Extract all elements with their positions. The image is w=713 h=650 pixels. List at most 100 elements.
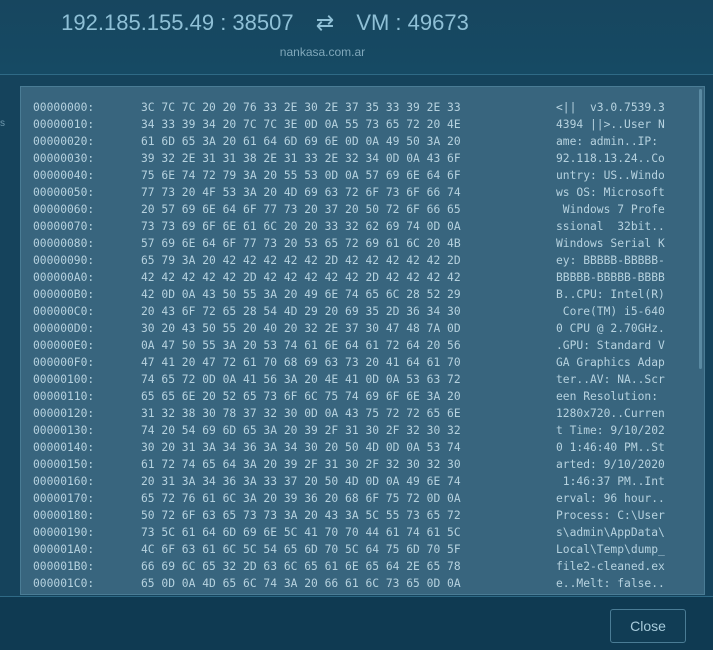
ascii-text: ssional 32bit.. [556,220,665,233]
ascii-text: Process: C:\User [556,509,665,522]
ascii-text: Windows 7 Profe [556,203,665,216]
partial-left-text: s [0,118,5,129]
hex-offset: 000000B0: [33,288,95,301]
ascii-text: s\admin\AppData\ [556,526,665,539]
hex-offset: 00000110: [33,390,95,403]
hex-row: 000000E0: 0A 47 50 55 3A 20 53 74 61 6E 6… [21,337,701,354]
hex-bytes: 34 33 39 34 20 7C 7C 3E 0D 0A 55 73 65 7… [141,118,461,131]
hex-bytes: 74 20 54 69 6D 65 3A 20 39 2F 31 30 2F 3… [141,424,461,437]
hex-offset: 00000120: [33,407,95,420]
hex-row: 00000160: 20 31 3A 34 36 3A 33 37 20 50 4… [21,473,701,490]
connection-info: 192.185.155.49 : 38507 ⇄ VM : 49673 [0,10,530,36]
ascii-text: ame: admin..IP: [556,135,665,148]
ascii-text: 1280x720..Curren [556,407,665,420]
hex-bytes: 74 65 72 0D 0A 41 56 3A 20 4E 41 0D 0A 5… [141,373,461,386]
hex-bytes: 31 32 38 30 78 37 32 30 0D 0A 43 75 72 7… [141,407,461,420]
hex-bytes: 57 69 6E 64 6F 77 73 20 53 65 72 69 61 6… [141,237,461,250]
hex-row: 00000150: 61 72 74 65 64 3A 20 39 2F 31 3… [21,456,701,473]
hex-row: 00000090: 65 79 3A 20 42 42 42 42 42 2D 4… [21,252,701,269]
ascii-text: 4394 ||>..User N [556,118,665,131]
hex-offset: 00000040: [33,169,95,182]
ascii-text: 92.118.13.24..Co [556,152,665,165]
hex-bytes: 20 57 69 6E 64 6F 77 73 20 37 20 50 72 6… [141,203,461,216]
ascii-text: Windows Serial K [556,237,665,250]
hex-row: 00000080: 57 69 6E 64 6F 77 73 20 53 65 7… [21,235,701,252]
hex-offset: 00000170: [33,492,95,505]
hex-offset: 00000160: [33,475,95,488]
hex-row: 00000100: 74 65 72 0D 0A 41 56 3A 20 4E 4… [21,371,701,388]
hex-row: 00000030: 39 32 2E 31 31 38 2E 31 33 2E 3… [21,150,701,167]
ascii-text: Core(TM) i5-640 [556,305,665,318]
hex-bytes: 20 43 6F 72 65 28 54 4D 29 20 69 35 2D 3… [141,305,461,318]
hex-offset: 00000060: [33,203,95,216]
hex-row: 00000020: 61 6D 65 3A 20 61 64 6D 69 6E 0… [21,133,701,150]
hex-row: 00000050: 77 73 20 4F 53 3A 20 4D 69 63 7… [21,184,701,201]
hex-row: 00000130: 74 20 54 69 6D 65 3A 20 39 2F 3… [21,422,701,439]
ascii-text: ws OS: Microsoft [556,186,665,199]
hex-offset: 000001A0: [33,543,95,556]
ascii-text: B..CPU: Intel(R) [556,288,665,301]
hex-row: 000000D0: 30 20 43 50 55 20 40 20 32 2E 3… [21,320,701,337]
ascii-text: 1:46:37 PM..Int [556,475,665,488]
close-button[interactable]: Close [610,609,686,643]
hex-row: 000001C0: 65 0D 0A 4D 65 6C 74 3A 20 66 6… [21,575,701,592]
hex-offset: 00000140: [33,441,95,454]
hex-bytes: 20 31 3A 34 36 3A 33 37 20 50 4D 0D 0A 4… [141,475,461,488]
ip-port: 192.185.155.49 : 38507 [61,10,294,35]
hex-offset: 00000130: [33,424,95,437]
hex-bytes: 3C 7C 7C 20 20 76 33 2E 30 2E 37 35 33 3… [141,101,461,114]
ascii-text: file2-cleaned.ex [556,560,665,573]
ascii-text: erval: 96 hour.. [556,492,665,505]
ascii-text: e..Melt: false.. [556,577,665,590]
hex-offset: 00000000: [33,101,95,114]
header-bar: 192.185.155.49 : 38507 ⇄ VM : 49673 nank… [0,0,713,75]
hex-row: 000000B0: 42 0D 0A 43 50 55 3A 20 49 6E 7… [21,286,701,303]
hex-dump-panel[interactable]: 00000000: 3C 7C 7C 20 20 76 33 2E 30 2E 3… [20,86,705,595]
hex-bytes: 77 73 20 4F 53 3A 20 4D 69 63 72 6F 73 6… [141,186,461,199]
hex-bytes: 66 69 6C 65 32 2D 63 6C 65 61 6E 65 64 2… [141,560,461,573]
hex-offset: 00000020: [33,135,95,148]
hex-row: 00000110: 65 65 6E 20 52 65 73 6F 6C 75 7… [21,388,701,405]
ascii-text: ter..AV: NA..Scr [556,373,665,386]
hex-row: 00000180: 50 72 6F 63 65 73 73 3A 20 43 3… [21,507,701,524]
hex-bytes: 65 65 6E 20 52 65 73 6F 6C 75 74 69 6F 6… [141,390,461,403]
hex-bytes: 30 20 43 50 55 20 40 20 32 2E 37 30 47 4… [141,322,461,335]
ascii-text: 0 1:46:40 PM..St [556,441,665,454]
hex-row: 000000A0: 42 42 42 42 42 2D 42 42 42 42 4… [21,269,701,286]
hex-row: 00000070: 73 73 69 6F 6E 61 6C 20 20 33 3… [21,218,701,235]
hex-bytes: 65 79 3A 20 42 42 42 42 42 2D 42 42 42 4… [141,254,461,267]
hex-bytes: 0A 47 50 55 3A 20 53 74 61 6E 64 61 72 6… [141,339,461,352]
hex-row: 00000170: 65 72 76 61 6C 3A 20 39 36 20 6… [21,490,701,507]
hex-offset: 00000070: [33,220,95,233]
hex-bytes: 65 72 76 61 6C 3A 20 39 36 20 68 6F 75 7… [141,492,461,505]
hex-offset: 000000A0: [33,271,95,284]
hex-bytes: 30 20 31 3A 34 36 3A 34 30 20 50 4D 0D 0… [141,441,461,454]
ascii-text: Local\Temp\dump_ [556,543,665,556]
hex-bytes: 73 5C 61 64 6D 69 6E 5C 41 70 70 44 61 7… [141,526,461,539]
hex-offset: 00000050: [33,186,95,199]
hex-row: 00000040: 75 6E 74 72 79 3A 20 55 53 0D 0… [21,167,701,184]
hex-row: 000001B0: 66 69 6C 65 32 2D 63 6C 65 61 6… [21,558,701,575]
hex-bytes: 39 32 2E 31 31 38 2E 31 33 2E 32 34 0D 0… [141,152,461,165]
ascii-text: 0 CPU @ 2.70GHz. [556,322,665,335]
hex-offset: 00000080: [33,237,95,250]
hex-row: 000001A0: 4C 6F 63 61 6C 5C 54 65 6D 70 5… [21,541,701,558]
hex-bytes: 42 0D 0A 43 50 55 3A 20 49 6E 74 65 6C 2… [141,288,461,301]
hex-bytes: 73 73 69 6F 6E 61 6C 20 20 33 32 62 69 7… [141,220,461,233]
hex-bytes: 61 72 74 65 64 3A 20 39 2F 31 30 2F 32 3… [141,458,461,471]
hex-row: 00000000: 3C 7C 7C 20 20 76 33 2E 30 2E 3… [21,99,701,116]
ascii-text: ey: BBBBB-BBBBB- [556,254,665,267]
hex-offset: 000000C0: [33,305,95,318]
vm-id: VM : 49673 [356,10,469,35]
hex-bytes: 4C 6F 63 61 6C 5C 54 65 6D 70 5C 64 75 6… [141,543,461,556]
hex-bytes: 75 6E 74 72 79 3A 20 55 53 0D 0A 57 69 6… [141,169,461,182]
hex-offset: 00000010: [33,118,95,131]
hex-bytes: 61 6D 65 3A 20 61 64 6D 69 6E 0D 0A 49 5… [141,135,461,148]
hex-row: 00000120: 31 32 38 30 78 37 32 30 0D 0A 4… [21,405,701,422]
hex-row: 00000190: 73 5C 61 64 6D 69 6E 5C 41 70 7… [21,524,701,541]
scrollbar[interactable] [699,89,702,369]
hex-offset: 00000190: [33,526,95,539]
hex-row: 00000010: 34 33 39 34 20 7C 7C 3E 0D 0A 5… [21,116,701,133]
ascii-text: GA Graphics Adap [556,356,665,369]
swap-arrows-icon: ⇄ [315,10,335,35]
